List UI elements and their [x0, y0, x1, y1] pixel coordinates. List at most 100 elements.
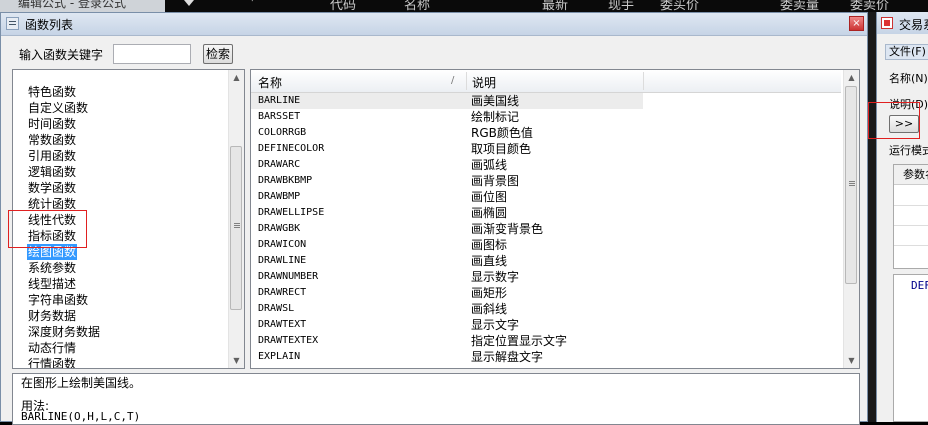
- column-header-description[interactable]: 说明: [472, 74, 496, 91]
- trading-dialog-titlebar: 交易系统: [877, 12, 928, 34]
- category-item[interactable]: 自定义函数: [27, 100, 89, 116]
- background-window-title: 编辑公式 - 登录公式: [0, 0, 165, 12]
- function-name: DRAWARC: [258, 159, 301, 170]
- table-row[interactable]: COLORRGB RGB颜色值: [251, 125, 841, 141]
- dialog-titlebar: 函数列表 ×: [1, 13, 867, 36]
- table-row[interactable]: DEFINECOLOR 取项目颜色: [251, 141, 841, 157]
- function-description-cell: 画图标: [471, 238, 508, 252]
- scroll-down-arrow-icon: [184, 0, 194, 6]
- category-item[interactable]: 时间函数: [27, 116, 77, 132]
- trading-dialog-title: 交易系统: [899, 18, 928, 32]
- scrollbar-thumb[interactable]: [230, 146, 242, 310]
- table-row[interactable]: BARLINE 画美国线: [251, 93, 841, 109]
- grid-line: [894, 205, 928, 206]
- category-item[interactable]: 线型描述: [27, 276, 77, 292]
- table-row[interactable]: DRAWICON 画图标: [251, 237, 841, 253]
- table-row[interactable]: DRAWTEXTEX 指定位置显示文字: [251, 333, 841, 349]
- table-row[interactable]: DRAWSL 画斜线: [251, 301, 841, 317]
- scroll-down-arrow-icon[interactable]: ▼: [229, 353, 244, 368]
- trading-system-dialog: 交易系统 文件(F) 名称(N) 说明(D) >> 运行模式 参数名 DEF: [876, 12, 928, 422]
- function-name: DRAWTEXTEX: [258, 335, 319, 346]
- category-item[interactable]: 数学函数: [27, 180, 77, 196]
- search-label: 输入函数关键字: [19, 48, 104, 62]
- category-item[interactable]: 行情函数: [27, 356, 77, 368]
- category-item[interactable]: 动态行情: [27, 340, 77, 356]
- bg-column-header: *: [249, 0, 256, 9]
- function-name: COLORRGB: [258, 127, 307, 138]
- function-name: BARLINE: [251, 93, 467, 109]
- function-description-cell: 显示数字: [471, 270, 520, 284]
- category-item[interactable]: 引用函数: [27, 148, 77, 164]
- category-item[interactable]: 财务数据: [27, 308, 77, 324]
- parameter-table[interactable]: 参数名: [893, 164, 928, 269]
- grid-line: [894, 245, 928, 246]
- function-name: DRAWRECT: [258, 287, 307, 298]
- function-name: BARSSET: [258, 111, 301, 122]
- bg-column-header: 代码: [330, 0, 357, 12]
- highlight-box: [8, 210, 87, 248]
- category-item[interactable]: 特色函数: [27, 84, 77, 100]
- close-button[interactable]: ×: [849, 16, 864, 31]
- search-button[interactable]: 检索: [203, 44, 233, 64]
- category-item[interactable]: 深度财务数据: [27, 324, 101, 340]
- table-row[interactable]: DRAWLINE 画直线: [251, 253, 841, 269]
- name-label: 名称(N): [889, 72, 928, 85]
- function-name: DRAWNUMBER: [258, 271, 319, 282]
- function-name: DEFINECOLOR: [258, 143, 325, 154]
- table-row[interactable]: DRAWBKBMP 画背景图: [251, 173, 841, 189]
- table-row[interactable]: DRAWARC 画弧线: [251, 157, 841, 173]
- column-divider[interactable]: [466, 72, 467, 90]
- function-name: DRAWSL: [258, 303, 295, 314]
- function-description-cell: 显示文字: [471, 318, 520, 332]
- function-description-cell: 画弧线: [471, 158, 508, 172]
- table-row[interactable]: DRAWTEXT 显示文字: [251, 317, 841, 333]
- table-row[interactable]: EXPLAIN 显示解盘文字: [251, 349, 841, 365]
- category-item[interactable]: 系统参数: [27, 260, 77, 276]
- function-list-dialog: 函数列表 × 输入函数关键字 检索 特色函数 自定义函数 时间函数 常数函数 引用函数逻…: [0, 12, 868, 425]
- menu-file[interactable]: 文件(F): [885, 44, 928, 60]
- bg-column-header: 名称: [404, 0, 431, 12]
- table-row[interactable]: DRAWRECT 画矩形: [251, 285, 841, 301]
- function-description-cell: 画斜线: [471, 302, 508, 316]
- column-header-name[interactable]: 名称: [258, 74, 282, 91]
- scroll-up-arrow-icon[interactable]: ▲: [844, 70, 859, 85]
- table-row[interactable]: DRAWNUMBER 显示数字: [251, 269, 841, 285]
- function-name: DRAWTEXT: [258, 319, 307, 330]
- table-row[interactable]: DRAWBMP 画位图: [251, 189, 841, 205]
- function-description-cell: 画背景图: [471, 174, 520, 188]
- scroll-up-arrow-icon[interactable]: ▲: [229, 70, 244, 85]
- formula-editor[interactable]: DEF: [893, 274, 928, 422]
- category-item[interactable]: 字符串函数: [27, 292, 89, 308]
- function-description-cell: RGB颜色值: [471, 126, 533, 140]
- category-scrollbar[interactable]: ▲ ▼: [228, 70, 244, 368]
- column-divider[interactable]: [643, 72, 644, 90]
- bg-column-header: 委买价: [660, 0, 700, 12]
- function-name: DRAWELLIPSE: [258, 207, 325, 218]
- table-row[interactable]: BARSSET 绘制标记: [251, 109, 841, 125]
- function-description-cell: 显示解盘文字: [471, 350, 544, 364]
- table-row[interactable]: DRAWELLIPSE 画椭圆: [251, 205, 841, 221]
- table-scrollbar[interactable]: ▲ ▼: [843, 70, 859, 368]
- function-table[interactable]: 名称 / 说明 BARLINE 画美国线 BARSSET 绘制标记 COLORRGB RG…: [250, 69, 860, 369]
- bg-column-header: 现手: [608, 0, 635, 12]
- usage-code: BARLINE(O,H,L,C,T): [21, 410, 141, 423]
- run-mode-label: 运行模式: [889, 144, 928, 157]
- bg-column-header: 最新: [542, 0, 569, 12]
- scrollbar-thumb[interactable]: [845, 86, 857, 284]
- table-row[interactable]: DRAWGBK 画渐变背景色: [251, 221, 841, 237]
- scroll-down-arrow-icon[interactable]: ▼: [844, 353, 859, 368]
- function-description-cell: 画位图: [471, 190, 508, 204]
- parameter-header: 参数名: [894, 165, 928, 185]
- search-input[interactable]: [113, 44, 191, 64]
- function-name: DRAWGBK: [258, 223, 301, 234]
- grip-icon: [234, 223, 240, 224]
- background-quote-header: 编辑公式 - 登录公式 * 代码 名称 最新 现手 委买价 委卖量 委卖价: [0, 0, 928, 12]
- function-name: DRAWBMP: [258, 191, 301, 202]
- function-description-cell: 画直线: [471, 254, 508, 268]
- category-item[interactable]: 常数函数: [27, 132, 77, 148]
- category-item[interactable]: 逻辑函数: [27, 164, 77, 180]
- function-description-cell: 指定位置显示文字: [471, 334, 568, 348]
- app-icon: [881, 17, 893, 29]
- highlight-box: [868, 102, 920, 139]
- function-name: DRAWICON: [258, 239, 307, 250]
